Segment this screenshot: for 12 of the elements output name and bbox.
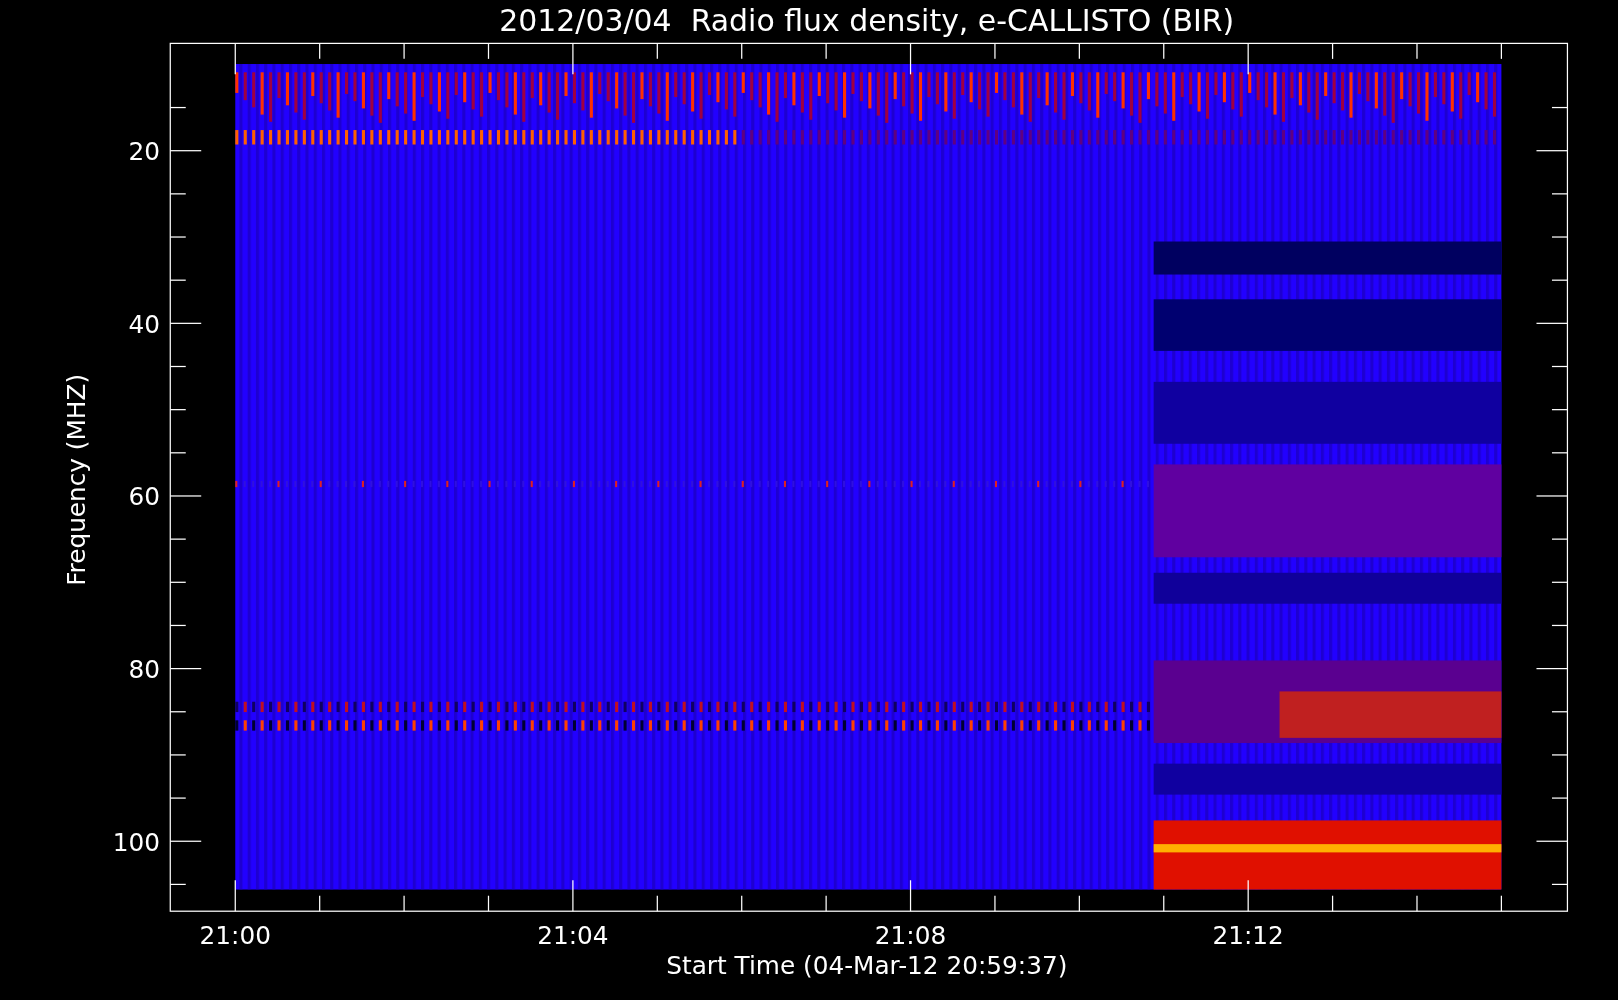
- x-tick-label: 21:00: [199, 921, 271, 951]
- y-tick-label: 60: [128, 482, 160, 512]
- plot-title: 2012/03/04 Radio flux density, e-CALLISTO (BIR): [499, 3, 1235, 38]
- x-axis-label: Start Time (04-Mar-12 20:59:37): [666, 951, 1068, 981]
- y-tick-label: 100: [112, 827, 160, 857]
- y-tick-label: 80: [128, 654, 160, 684]
- y-axis-label: Frequency (MHZ): [61, 373, 91, 586]
- x-tick-label: 21:08: [874, 921, 947, 951]
- y-tick-label: 40: [128, 309, 160, 339]
- x-tick-label: 21:12: [1212, 921, 1284, 951]
- x-tick-label: 21:04: [537, 921, 609, 951]
- y-tick-label: 20: [128, 137, 160, 166]
